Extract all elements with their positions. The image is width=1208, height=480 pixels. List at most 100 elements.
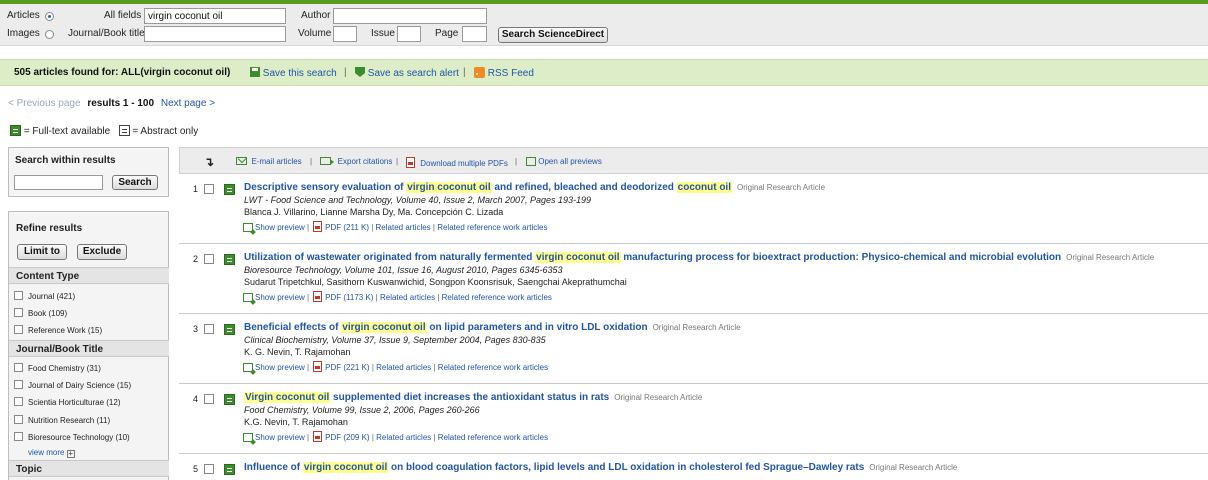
result-item: 2 Utilization of wastewater originated f…: [179, 244, 1208, 314]
next-page-link[interactable]: Next page >: [161, 98, 215, 109]
all-fields-input[interactable]: [144, 8, 286, 24]
related-reference-link[interactable]: Related reference work articles: [437, 223, 547, 232]
result-source: Clinical Biochemistry, Volume 37, Issue …: [244, 335, 546, 345]
content-type-option[interactable]: Book (109): [28, 309, 67, 318]
content-type-checkbox[interactable]: [14, 308, 23, 317]
show-preview-link[interactable]: Show preview: [255, 433, 305, 442]
journal-title-header: Journal/Book Title: [9, 340, 169, 357]
article-type: Original Research Article: [869, 463, 958, 472]
title-text: on blood coagulation factors, lipid leve…: [388, 462, 865, 473]
search-within-box: Search within results Search: [8, 147, 169, 197]
export-icon: [320, 157, 334, 165]
download-label: Download multiple PDFs: [420, 159, 508, 168]
limit-to-button[interactable]: Limit to: [17, 244, 67, 260]
email-icon: [236, 157, 247, 165]
export-citations-link[interactable]: Export citations: [320, 157, 392, 166]
preview-icon: [243, 293, 253, 302]
journal-checkbox[interactable]: [14, 363, 23, 372]
open-previews-link[interactable]: Open all previews: [526, 157, 602, 166]
related-reference-link[interactable]: Related reference work articles: [438, 433, 548, 442]
content-type-option[interactable]: Reference Work (15): [28, 326, 102, 335]
result-checkbox[interactable]: [204, 184, 214, 194]
email-label: E-mail articles: [251, 157, 302, 166]
articles-radio[interactable]: [45, 12, 54, 21]
show-preview-link[interactable]: Show preview: [255, 293, 305, 302]
result-authors: Blanca J. Villarino, Lianne Marsha Dy, M…: [244, 207, 504, 217]
result-number: 4: [193, 394, 199, 404]
pdf-link[interactable]: PDF (221 K): [325, 363, 369, 372]
volume-input[interactable]: [333, 26, 357, 42]
related-articles-link[interactable]: Related articles: [376, 363, 431, 372]
alert-icon: [355, 67, 365, 77]
result-number: 1: [193, 184, 199, 194]
result-title[interactable]: Utilization of wastewater originated fro…: [244, 252, 1154, 263]
show-preview-link[interactable]: Show preview: [255, 223, 305, 232]
content-type-checkbox[interactable]: [14, 291, 23, 300]
exclude-button[interactable]: Exclude: [77, 244, 127, 260]
result-checkbox[interactable]: [204, 394, 214, 404]
preview-icon: [243, 363, 253, 372]
search-within-button[interactable]: Search: [112, 175, 158, 190]
journal-checkbox[interactable]: [14, 397, 23, 406]
result-title[interactable]: Beneficial effects of virgin coconut oil…: [244, 322, 741, 333]
search-within-input[interactable]: [14, 175, 103, 190]
article-type: Original Research Article: [652, 323, 741, 332]
result-actions: Show preview | PDF (211 K) | Related arti…: [243, 221, 547, 232]
related-articles-link[interactable]: Related articles: [376, 223, 431, 232]
result-actions: Show preview | PDF (209 K) | Related arti…: [243, 431, 548, 442]
result-number: 5: [193, 464, 199, 474]
save-search-link[interactable]: Save this search: [250, 67, 337, 79]
journal-option[interactable]: Food Chemistry (31): [28, 364, 101, 373]
search-sciencedirect-button[interactable]: Search ScienceDirect: [498, 27, 608, 43]
article-type: Original Research Article: [1066, 253, 1155, 262]
content-type-checkbox[interactable]: [14, 325, 23, 334]
rss-icon: [474, 67, 485, 78]
pdf-icon: [313, 431, 323, 442]
pager: < Previous page results 1 - 100 Next pag…: [8, 98, 215, 109]
journal-checkbox[interactable]: [14, 415, 23, 424]
download-pdfs-link[interactable]: Download multiple PDFs: [406, 157, 508, 168]
result-item: 1 Descriptive sensory evaluation of virg…: [179, 174, 1208, 244]
result-checkbox[interactable]: [204, 464, 214, 474]
journal-option[interactable]: Scientia Horticulturae (12): [28, 398, 120, 407]
author-input[interactable]: [333, 8, 487, 24]
result-checkbox[interactable]: [204, 254, 214, 264]
open-previews-label: Open all previews: [538, 157, 602, 166]
pdf-link[interactable]: PDF (209 K): [325, 433, 369, 442]
save-alert-link[interactable]: Save as search alert: [355, 67, 459, 79]
pdf-link[interactable]: PDF (1173 K): [325, 293, 373, 302]
journal-option[interactable]: Journal of Dairy Science (15): [28, 381, 131, 390]
plus-icon: +: [66, 449, 75, 458]
journal-checkbox[interactable]: [14, 432, 23, 441]
results-found-bar: 505 articles found for: ALL(virgin cocon…: [0, 59, 1208, 86]
refine-title: Refine results: [16, 223, 83, 234]
journal-option[interactable]: Bioresource Technology (10): [28, 433, 130, 442]
related-articles-link[interactable]: Related articles: [376, 433, 431, 442]
journal-option[interactable]: Nutrition Research (11): [28, 416, 110, 425]
related-reference-link[interactable]: Related reference work articles: [442, 293, 552, 302]
result-authors: Sudarut Tripetchkul, Sasithorn Kuswanwic…: [244, 277, 627, 287]
show-preview-link[interactable]: Show preview: [255, 363, 305, 372]
related-articles-link[interactable]: Related articles: [380, 293, 435, 302]
related-reference-link[interactable]: Related reference work articles: [438, 363, 548, 372]
page-input[interactable]: [462, 26, 487, 42]
pdf-link[interactable]: PDF (211 K): [325, 223, 369, 232]
view-more-link[interactable]: view more +: [28, 448, 75, 458]
select-all-arrow-icon[interactable]: ↴: [204, 155, 214, 169]
email-articles-link[interactable]: E-mail articles: [236, 157, 302, 166]
result-title[interactable]: Descriptive sensory evaluation of virgin…: [244, 182, 825, 193]
journal-title-input[interactable]: [144, 26, 286, 42]
images-radio[interactable]: [45, 30, 54, 39]
title-text: Influence of: [244, 462, 303, 473]
result-checkbox[interactable]: [204, 324, 214, 334]
full-text-icon: [224, 394, 235, 405]
result-title[interactable]: Influence of virgin coconut oil on blood…: [244, 462, 957, 473]
journal-checkbox[interactable]: [14, 380, 23, 389]
title-highlight: virgin coconut oil: [302, 462, 389, 473]
content-type-header: Content Type: [9, 267, 169, 284]
previous-page-link[interactable]: < Previous page: [8, 98, 81, 109]
content-type-option[interactable]: Journal (421): [28, 292, 75, 301]
result-title[interactable]: Virgin coconut oil supplemented diet inc…: [244, 392, 702, 403]
rss-feed-link[interactable]: RSS Feed: [474, 67, 534, 79]
issue-input[interactable]: [397, 26, 421, 42]
